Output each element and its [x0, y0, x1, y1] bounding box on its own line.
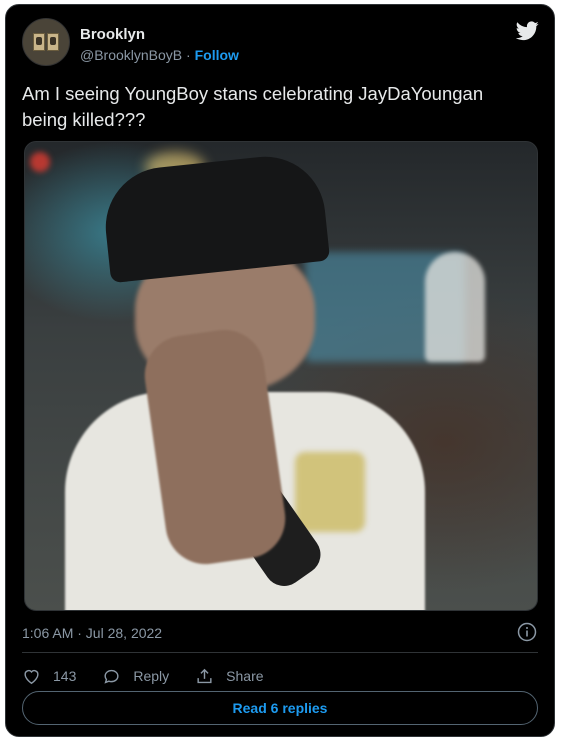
video-background-person: [425, 252, 485, 362]
tweet-timestamp[interactable]: 1:06 AM · Jul 28, 2022: [22, 625, 162, 641]
avatar-tile-left: [33, 33, 45, 51]
video-red-light: [30, 152, 50, 172]
reply-label: Reply: [133, 668, 170, 684]
tweet-card: Brooklyn @BrooklynBoyB · Follow Am I see…: [5, 4, 555, 737]
twitter-bird-icon[interactable]: [516, 21, 539, 41]
author-handle-line: @BrooklynBoyB · Follow: [80, 47, 239, 63]
share-button[interactable]: Share: [195, 667, 264, 686]
avatar[interactable]: [22, 18, 70, 66]
info-icon[interactable]: [517, 622, 537, 642]
tweet-text: Am I seeing YoungBoy stans celebrating J…: [22, 83, 484, 130]
heart-icon: [24, 669, 39, 684]
handle-separator: ·: [186, 47, 191, 63]
avatar-tile-right: [47, 33, 59, 51]
reply-button[interactable]: Reply: [102, 667, 169, 686]
read-replies-button[interactable]: Read 6 replies: [22, 691, 538, 725]
action-bar: 143 Reply Share: [22, 661, 290, 691]
like-count: 143: [53, 668, 77, 684]
share-icon: [197, 668, 212, 683]
video-shirt-graphic: [295, 452, 365, 532]
author-name[interactable]: Brooklyn: [80, 26, 145, 43]
tweet-video[interactable]: [24, 141, 538, 611]
share-label: Share: [226, 668, 264, 684]
video-cap: [99, 150, 331, 284]
speech-bubble-icon: [104, 669, 119, 684]
follow-button[interactable]: Follow: [195, 47, 239, 63]
like-button[interactable]: 143: [22, 667, 76, 686]
divider: [22, 652, 538, 653]
author-handle[interactable]: @BrooklynBoyB: [80, 47, 182, 63]
